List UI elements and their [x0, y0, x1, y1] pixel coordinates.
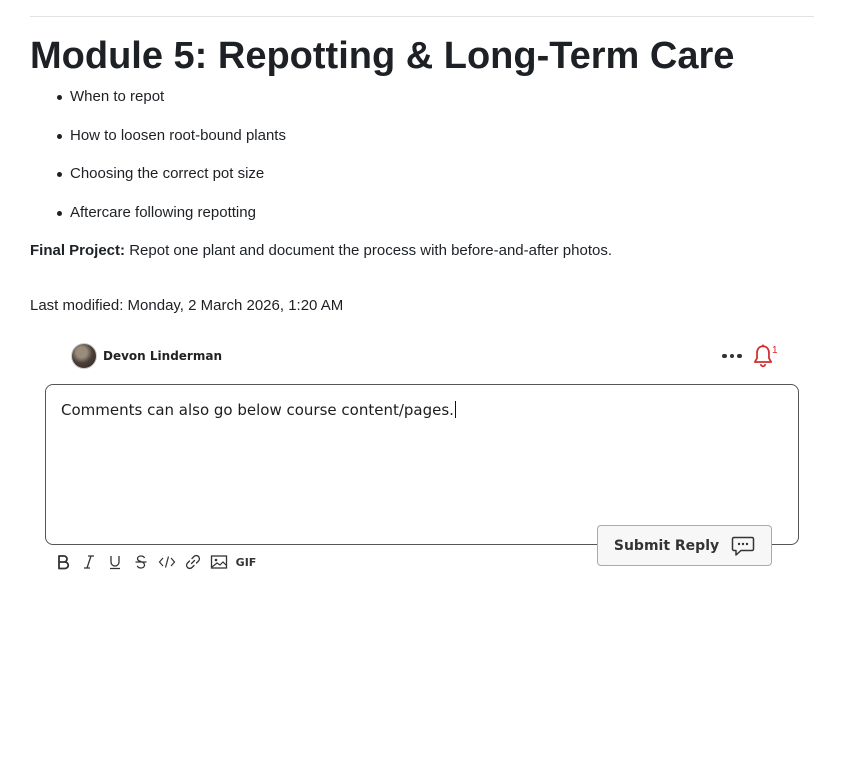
list-item: Choosing the correct pot size	[30, 164, 286, 203]
gif-button[interactable]: GIF	[232, 552, 260, 572]
comment-editor[interactable]: Comments can also go below course conten…	[45, 384, 799, 545]
submit-reply-label: Submit Reply	[613, 537, 720, 554]
avatar[interactable]	[71, 343, 97, 369]
more-options-icon[interactable]	[720, 346, 744, 366]
top-divider	[30, 16, 814, 17]
list-item: When to repot	[30, 87, 286, 126]
formatting-toolbar: GIF	[50, 552, 260, 572]
final-project-text: Repot one plant and document the process…	[129, 242, 613, 259]
dot	[737, 353, 742, 359]
notification-count: 1	[772, 345, 778, 356]
page-title: Module 5: Repotting & Long-Term Care	[30, 35, 735, 77]
strikethrough-icon[interactable]	[128, 552, 154, 572]
image-icon[interactable]	[206, 552, 232, 572]
dot	[729, 353, 735, 359]
dot	[722, 353, 727, 359]
underline-icon[interactable]	[102, 552, 128, 572]
text-caret	[454, 401, 456, 418]
last-modified: Last modified: Monday, 2 March 2026, 1:2…	[30, 297, 344, 314]
italic-icon[interactable]	[76, 552, 102, 572]
list-item: Aftercare following repotting	[30, 203, 286, 242]
comment-input-text: Comments can also go below course conten…	[61, 401, 454, 419]
author-name[interactable]: Devon Linderman	[103, 349, 222, 363]
chat-bubble-icon	[731, 536, 755, 556]
final-project-paragraph: Final Project: Repot one plant and docum…	[30, 241, 612, 261]
bold-icon[interactable]	[50, 552, 76, 572]
submit-reply-button[interactable]: Submit Reply	[597, 525, 772, 566]
link-icon[interactable]	[180, 552, 206, 572]
final-project-label: Final Project:	[30, 242, 126, 259]
topic-list: When to repot How to loosen root-bound p…	[30, 87, 286, 241]
code-icon[interactable]	[154, 552, 180, 572]
comment-author[interactable]: Devon Linderman	[71, 343, 222, 369]
list-item: How to loosen root-bound plants	[30, 126, 286, 165]
